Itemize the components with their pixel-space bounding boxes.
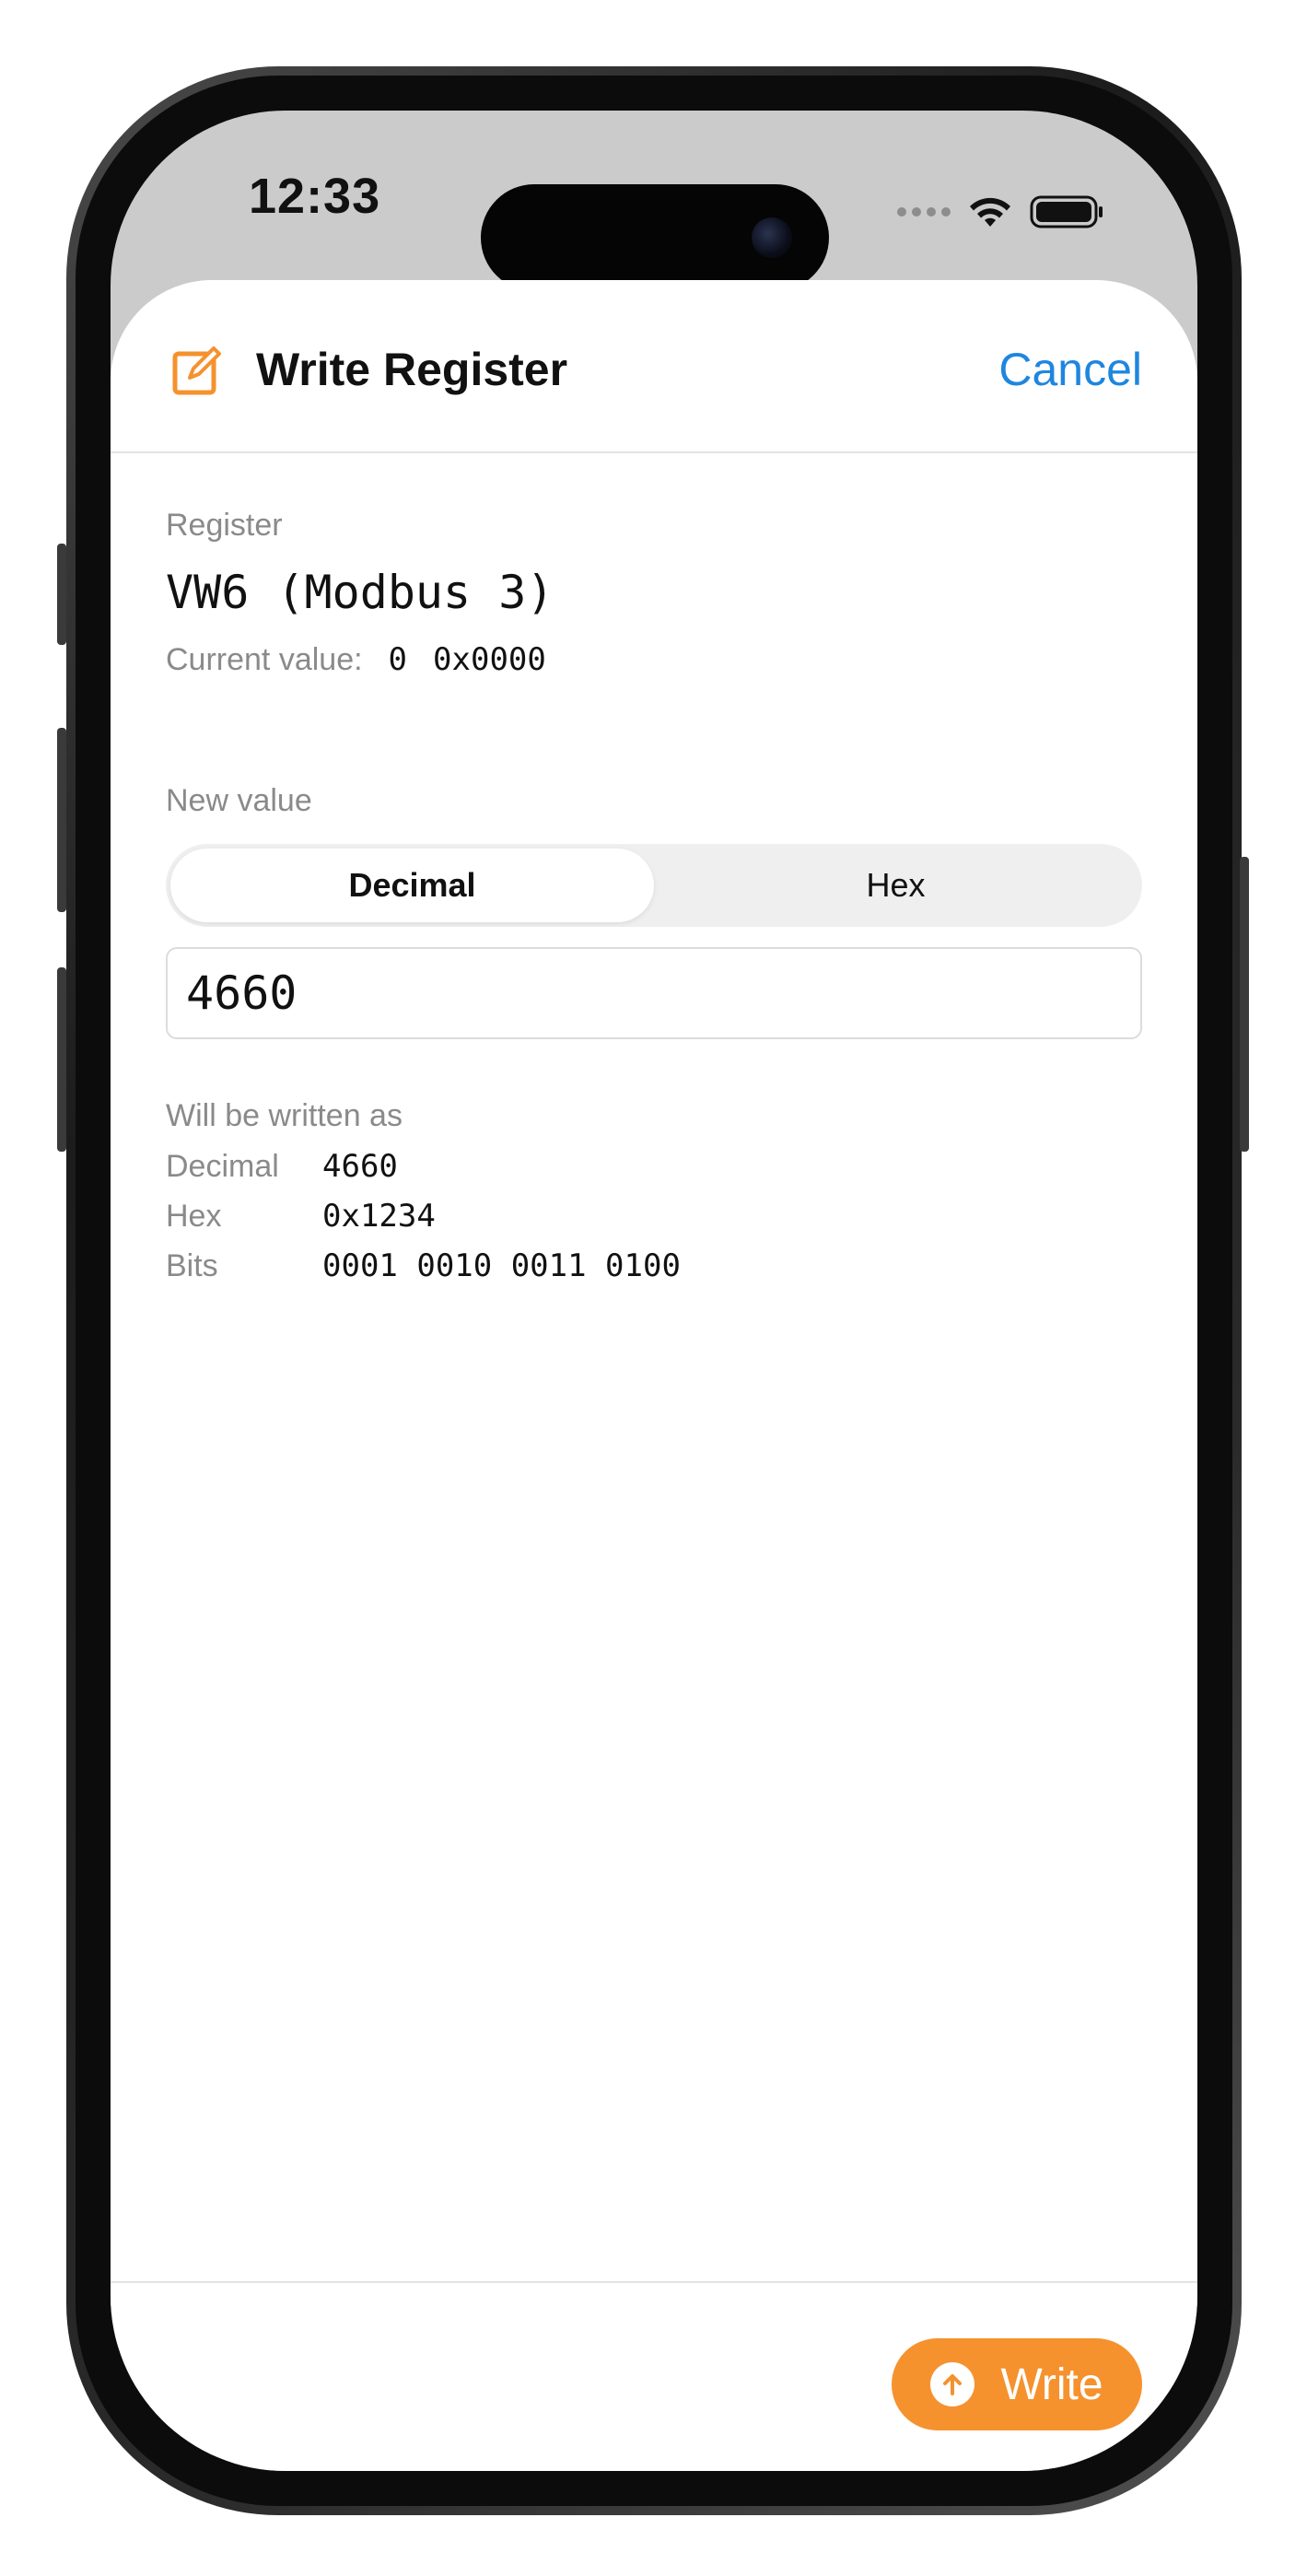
segment-decimal[interactable]: Decimal [170,849,654,922]
footer-divider [111,2281,1197,2283]
written-decimal-key: Decimal [166,1149,279,1184]
signal-icon [897,207,951,217]
current-value-row: Current value: 0 0x0000 [166,641,546,678]
write-button[interactable]: Write [892,2338,1142,2430]
arrow-up-circle-icon [930,2362,975,2406]
written-bits-key: Bits [166,1248,218,1283]
screen: 12:33 Write Register Cancel Register VW6… [111,111,1197,2471]
sheet-header: Write Register Cancel [111,280,1197,453]
current-value-hex: 0x0000 [433,641,546,678]
current-value-decimal: 0 [388,641,408,678]
new-value-input[interactable] [166,947,1142,1039]
volume-down-button [57,967,66,1152]
sheet-title: Write Register [256,344,568,395]
write-register-sheet: Write Register Cancel Register VW6 (Modb… [111,280,1197,2471]
action-button [57,544,66,645]
written-as-table: Decimal 4660 Hex 0x1234 Bits 0001 0010 0… [166,1150,681,1282]
register-name: VW6 (Modbus 3) [166,566,554,619]
phone-frame: 12:33 Write Register Cancel Register VW6… [66,66,1242,2515]
format-segmented-control: Decimal Hex [166,844,1142,927]
new-value-label: New value [166,783,312,818]
written-as-label: Will be written as [166,1098,403,1133]
written-hex-key: Hex [166,1199,222,1234]
written-hex-value: 0x1234 [322,1198,436,1235]
written-decimal-value: 4660 [322,1148,398,1185]
current-value-label: Current value: [166,642,363,677]
status-time: 12:33 [249,169,381,224]
power-button [1240,857,1249,1152]
write-button-label: Write [1000,2359,1103,2409]
square-and-pencil-icon [172,346,221,395]
segment-hex[interactable]: Hex [654,849,1138,922]
register-label: Register [166,508,283,543]
wifi-icon [970,197,1010,227]
written-bits-value: 0001 0010 0011 0100 [322,1247,681,1284]
cancel-button[interactable]: Cancel [998,343,1142,396]
battery-icon [1030,195,1103,228]
status-icons [897,184,1105,240]
dynamic-island [481,184,829,291]
volume-up-button [57,728,66,912]
front-camera [752,217,792,258]
